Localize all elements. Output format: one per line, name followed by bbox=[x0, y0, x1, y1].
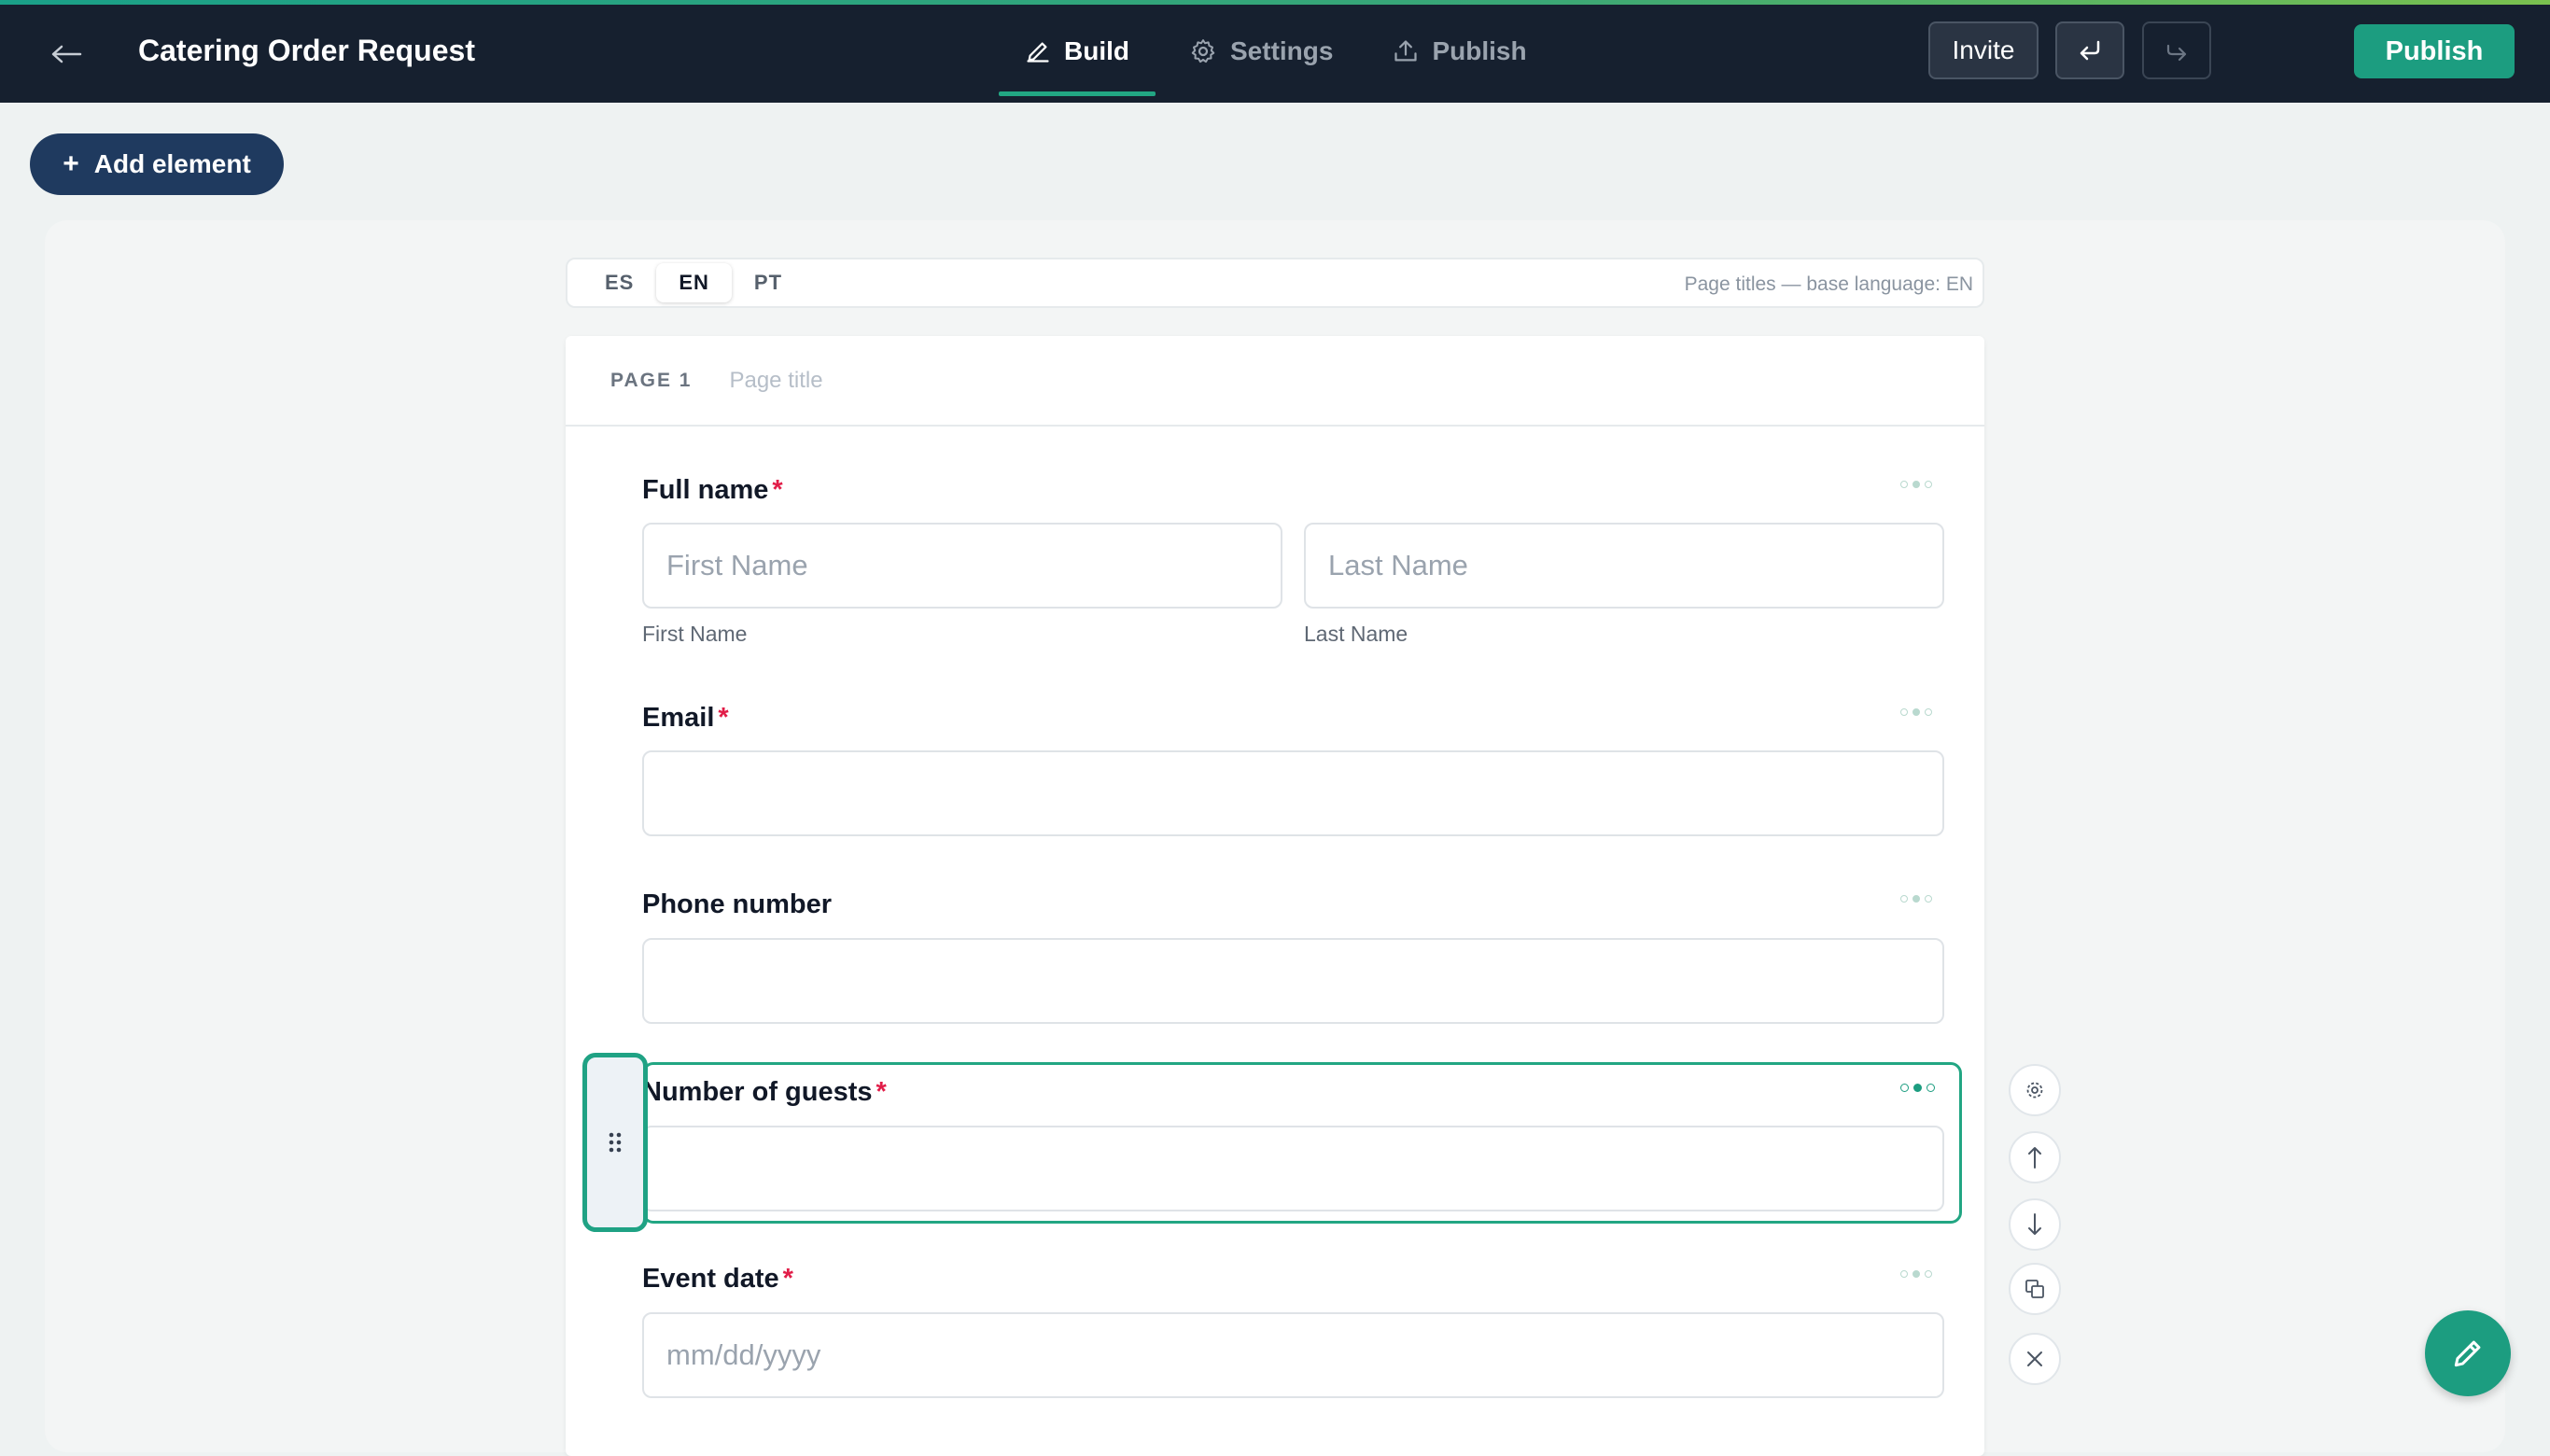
email-label: Email * bbox=[642, 703, 729, 734]
field-settings-button[interactable] bbox=[2009, 1064, 2061, 1116]
full-name-label-text: Full name bbox=[642, 475, 769, 505]
move-up-button[interactable] bbox=[2009, 1131, 2061, 1183]
language-tab-pt[interactable]: PT bbox=[732, 263, 805, 302]
more-options-icon[interactable] bbox=[1900, 481, 1932, 488]
page-header: PAGE 1 bbox=[566, 336, 1984, 427]
required-marker: * bbox=[876, 1077, 887, 1107]
event-date-label: Event date * bbox=[642, 1264, 793, 1295]
event-date-input[interactable] bbox=[642, 1312, 1944, 1398]
last-name-input[interactable] bbox=[1304, 523, 1944, 609]
invite-button[interactable]: Invite bbox=[1928, 21, 2039, 79]
top-bar: Catering Order Request Build Settings Pu… bbox=[0, 5, 2550, 103]
first-name-input[interactable] bbox=[642, 523, 1282, 609]
tab-build-label: Build bbox=[1064, 36, 1129, 65]
plus-icon: + bbox=[63, 148, 79, 179]
language-tab-es[interactable]: ES bbox=[582, 263, 656, 302]
guests-label-text: Number of guests bbox=[642, 1077, 873, 1107]
tab-settings[interactable]: Settings bbox=[1163, 5, 1359, 98]
edit-fab-button[interactable] bbox=[2425, 1310, 2511, 1396]
undo-button[interactable] bbox=[2055, 21, 2124, 79]
delete-button[interactable] bbox=[2009, 1333, 2061, 1385]
more-options-icon[interactable] bbox=[1900, 1270, 1932, 1278]
arrow-up-icon bbox=[2028, 1147, 2041, 1169]
more-options-icon[interactable] bbox=[1900, 708, 1932, 716]
pencil-icon bbox=[2454, 1340, 2481, 1367]
undo-icon bbox=[2080, 40, 2100, 61]
last-name-sublabel: Last Name bbox=[1304, 622, 1408, 646]
copy-icon bbox=[2025, 1280, 2044, 1298]
more-options-icon[interactable] bbox=[1900, 1084, 1935, 1092]
guests-label: Number of guests * bbox=[642, 1077, 887, 1108]
language-switcher: ES EN PT Page titles — base language: EN bbox=[566, 258, 1984, 308]
pencil-icon bbox=[1027, 42, 1049, 63]
add-element-button[interactable]: + Add element bbox=[30, 133, 284, 195]
page-number-label: PAGE 1 bbox=[610, 369, 693, 391]
page-title-input[interactable] bbox=[729, 367, 1290, 394]
mode-tabs: Build Settings Publish bbox=[999, 5, 1553, 103]
tab-publish-label: Publish bbox=[1432, 36, 1527, 65]
required-marker: * bbox=[782, 1264, 793, 1294]
phone-input[interactable] bbox=[642, 938, 1944, 1024]
full-name-label: Full name * bbox=[642, 475, 783, 506]
more-options-icon[interactable] bbox=[1900, 895, 1932, 903]
publish-button[interactable]: Publish bbox=[2354, 24, 2515, 78]
grip-icon bbox=[609, 1132, 622, 1153]
arrow-left-icon bbox=[51, 45, 82, 63]
tab-settings-label: Settings bbox=[1230, 36, 1334, 65]
required-marker: * bbox=[772, 475, 783, 505]
add-element-label: Add element bbox=[93, 149, 251, 178]
guests-input[interactable] bbox=[642, 1126, 1944, 1211]
duplicate-button[interactable] bbox=[2009, 1263, 2061, 1315]
tab-publish[interactable]: Publish bbox=[1366, 5, 1552, 98]
required-marker: * bbox=[718, 703, 729, 733]
back-button[interactable] bbox=[45, 33, 88, 76]
arrow-down-icon bbox=[2028, 1213, 2041, 1235]
event-date-label-text: Event date bbox=[642, 1264, 779, 1294]
gear-icon bbox=[1191, 39, 1215, 63]
language-note: Page titles — base language: EN bbox=[1684, 273, 1973, 295]
email-input[interactable] bbox=[642, 750, 1944, 836]
upload-icon bbox=[1394, 40, 1418, 62]
move-down-button[interactable] bbox=[2009, 1198, 2061, 1251]
phone-label: Phone number bbox=[642, 889, 833, 919]
first-name-sublabel: First Name bbox=[642, 622, 748, 646]
gear-icon bbox=[2026, 1082, 2043, 1099]
close-icon bbox=[2027, 1351, 2042, 1366]
redo-icon bbox=[2166, 44, 2187, 62]
tab-build[interactable]: Build bbox=[999, 5, 1156, 98]
email-label-text: Email bbox=[642, 703, 715, 733]
redo-button[interactable] bbox=[2142, 21, 2211, 79]
drag-handle[interactable] bbox=[582, 1053, 648, 1232]
language-tab-en[interactable]: EN bbox=[656, 263, 732, 302]
app-title: Catering Order Request bbox=[138, 34, 475, 67]
